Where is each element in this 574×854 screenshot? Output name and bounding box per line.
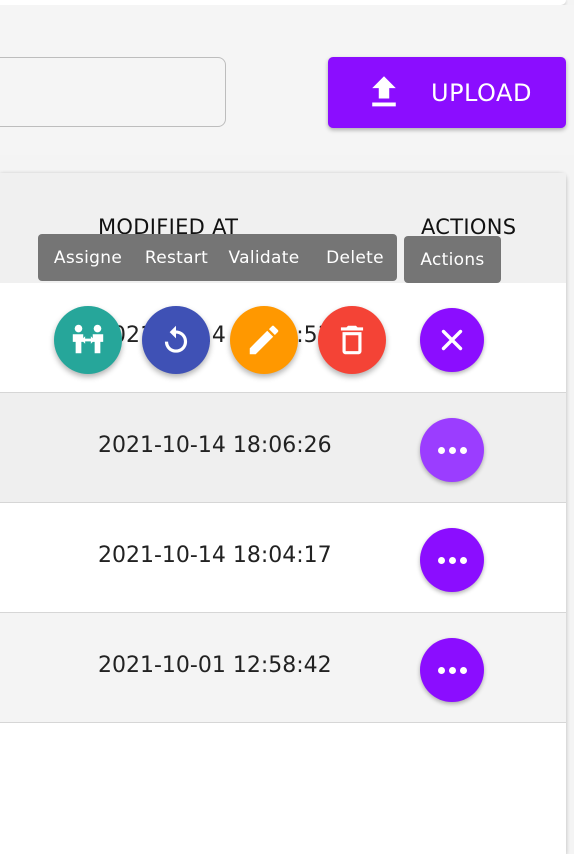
more-actions-button[interactable]: [420, 528, 484, 592]
restart-button[interactable]: [142, 306, 210, 374]
delete-icon: [340, 325, 364, 355]
close-icon: [441, 329, 463, 351]
upload-icon: [372, 76, 396, 107]
more-horiz-icon: [437, 446, 467, 454]
assign-icon: [72, 324, 104, 354]
restart-icon: [164, 325, 188, 353]
delete-button[interactable]: [318, 306, 386, 374]
upload-button[interactable]: UPLOAD: [328, 57, 566, 128]
modified-at-cell: 2021-10-14 18:04:17: [98, 543, 332, 568]
table-row: 2021-10-14 18:06:26: [0, 393, 566, 503]
modified-at-cell: 2021-10-01 12:58:42: [98, 653, 332, 678]
edit-icon: [249, 325, 279, 355]
tooltip-assigne: Assigne: [38, 234, 138, 281]
upload-label: UPLOAD: [431, 79, 532, 107]
tooltip-delete: Delete: [313, 234, 397, 281]
table-row: 2021-10-14 18:04:17: [0, 503, 566, 613]
validate-button[interactable]: [230, 306, 298, 374]
more-actions-button[interactable]: [420, 418, 484, 482]
tooltip-validate: Validate: [215, 234, 313, 281]
tooltip-restart: Restart: [138, 234, 215, 281]
table-row: 2021-10-01 12:58:42: [0, 613, 566, 723]
more-horiz-icon: [437, 666, 467, 674]
toolbar: UPLOAD: [0, 5, 574, 155]
assign-button[interactable]: [54, 306, 122, 374]
modified-at-cell: 2021-10-14 18:06:26: [98, 433, 332, 458]
tooltip-actions: Actions: [404, 236, 501, 283]
close-actions-button[interactable]: [420, 308, 484, 372]
more-actions-button[interactable]: [420, 638, 484, 702]
more-horiz-icon: [437, 556, 467, 564]
search-input[interactable]: [0, 57, 226, 127]
